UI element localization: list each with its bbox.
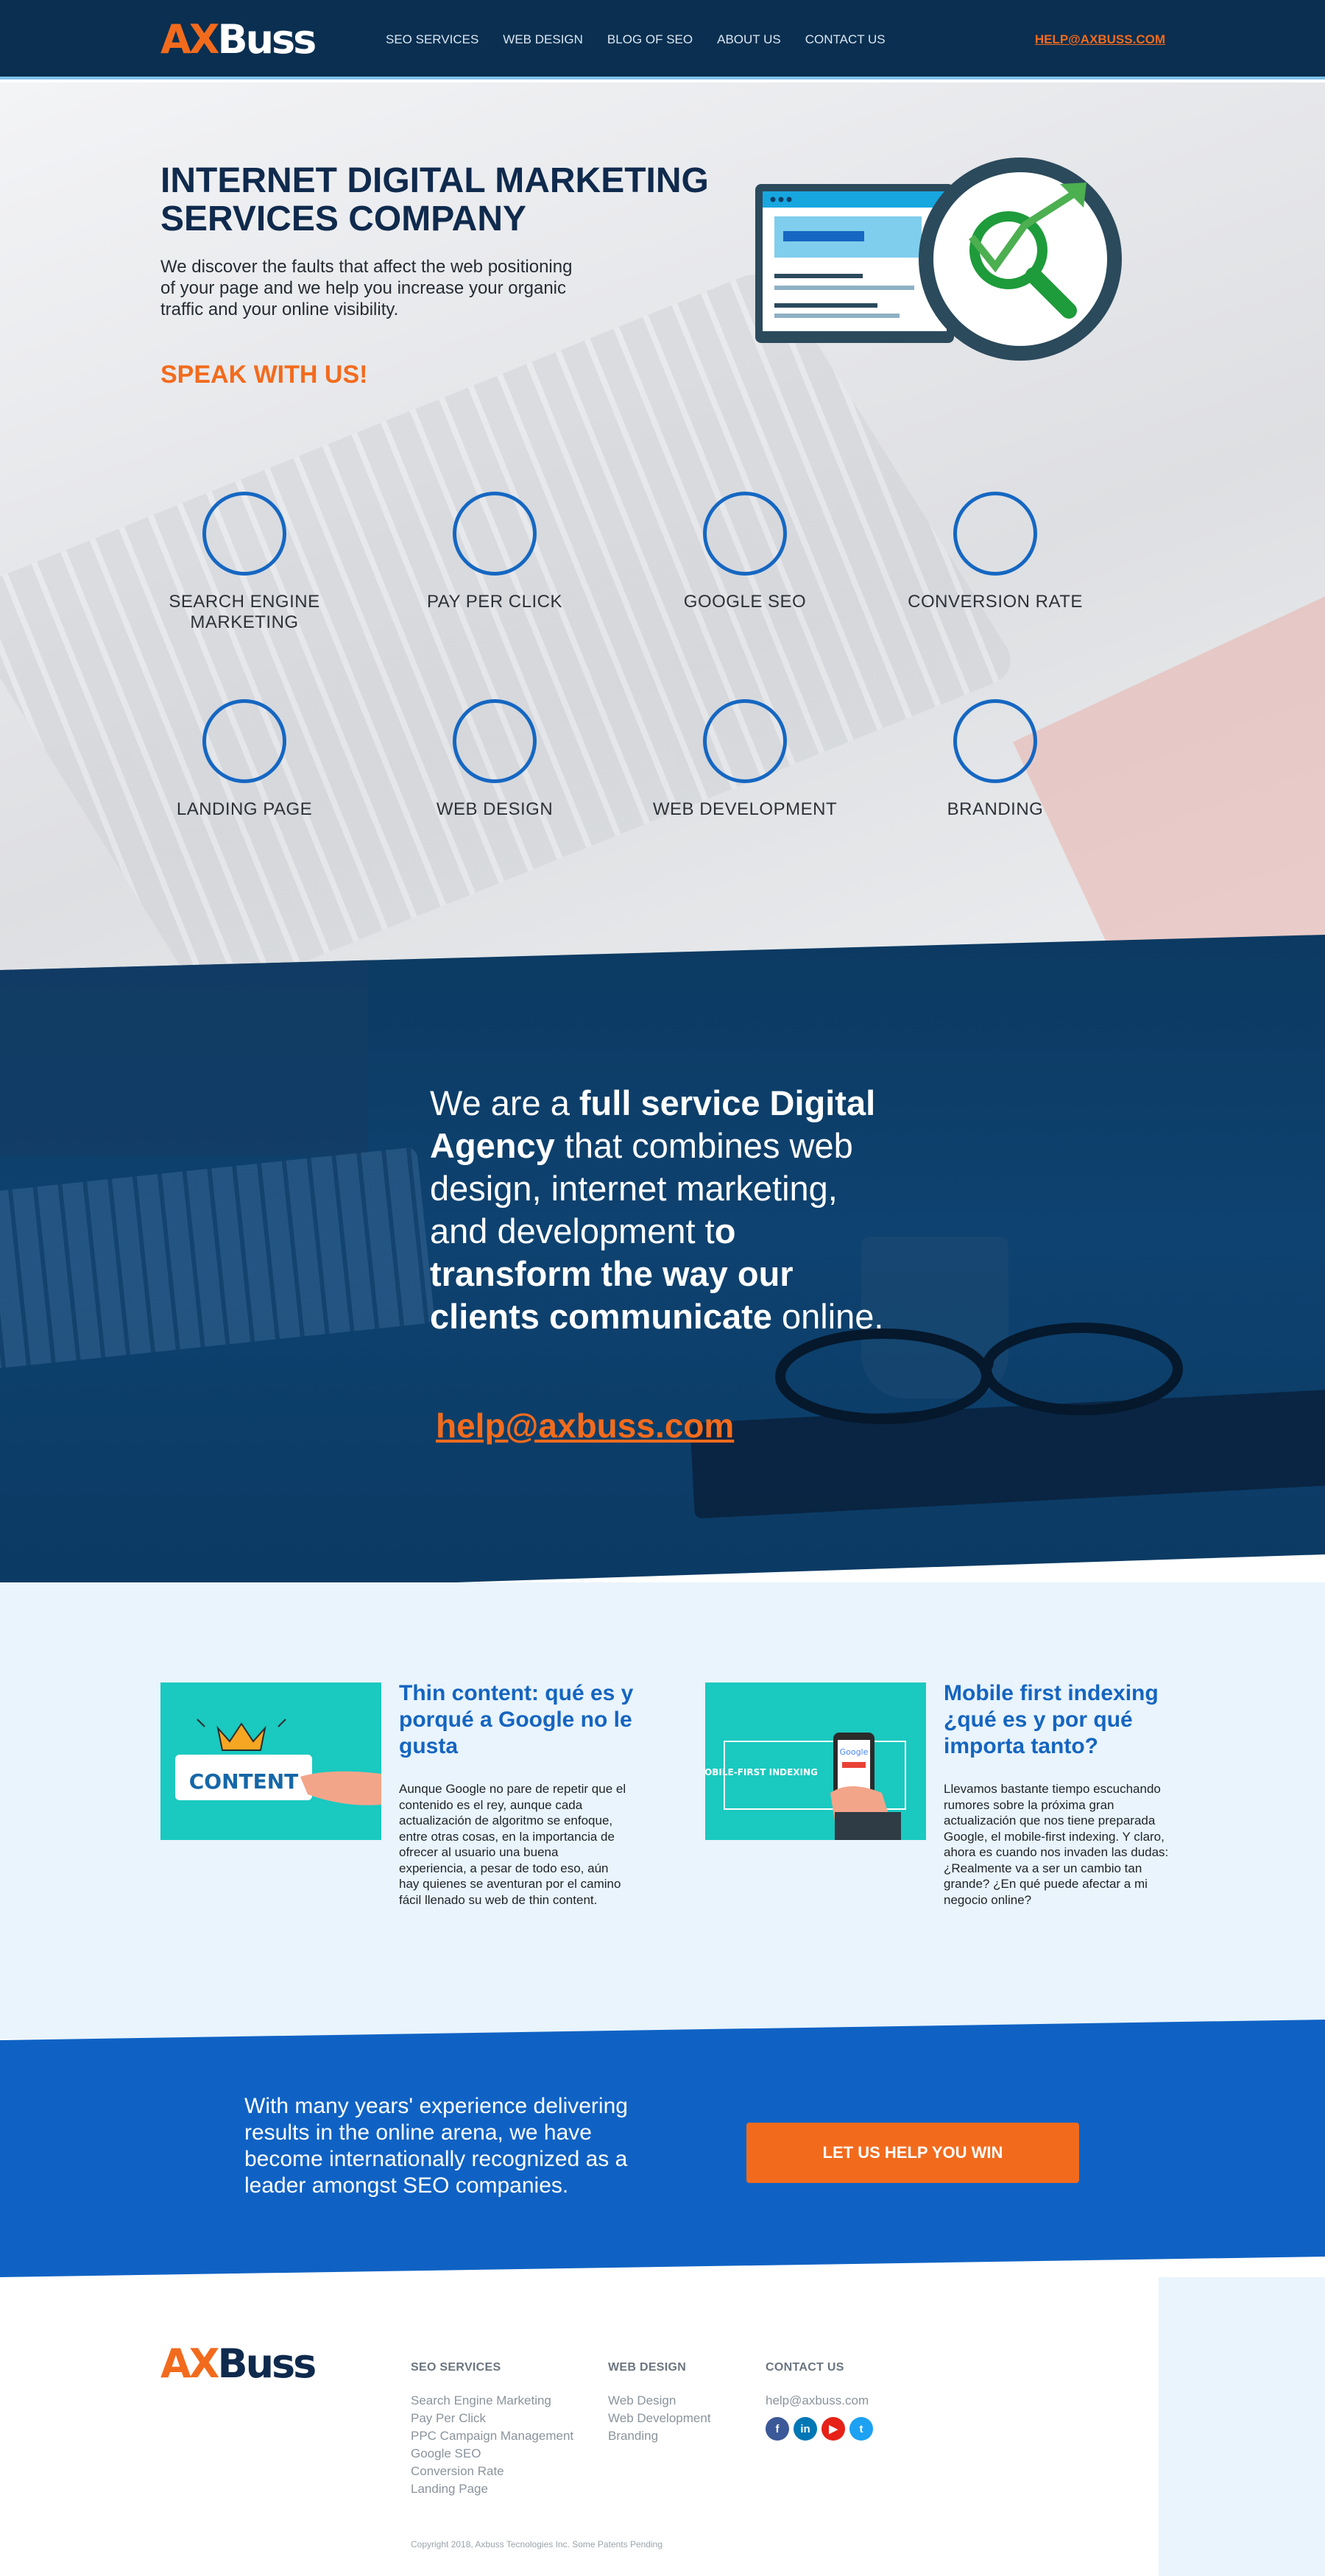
footer-link-google-seo[interactable]: Google SEO bbox=[411, 2445, 573, 2463]
service-conversion-rate[interactable]: CONVERSION RATE bbox=[870, 492, 1120, 612]
service-web-development[interactable]: WEB DEVELOPMENT bbox=[620, 699, 870, 820]
nav-contact-us[interactable]: CONTACT US bbox=[805, 32, 886, 47]
footer-link-pay-per-click[interactable]: Pay Per Click bbox=[411, 2410, 573, 2427]
footer-logo[interactable]: AXBuss bbox=[160, 2340, 317, 2387]
footer-column-heading: CONTACT US bbox=[766, 2361, 844, 2374]
service-label: PAY PER CLICK bbox=[427, 592, 562, 612]
background-monitor bbox=[0, 949, 368, 1156]
service-web-design[interactable]: WEB DESIGN bbox=[370, 699, 620, 820]
hero-description: We discover the faults that affect the w… bbox=[160, 257, 573, 319]
service-icon-circle bbox=[453, 492, 537, 576]
hero-section: INTERNET DIGITAL MARKETING SERVICES COMP… bbox=[0, 82, 1325, 988]
agency-statement: We are a full service Digital Agency tha… bbox=[430, 1082, 901, 1338]
logo-buss-text: Buss bbox=[217, 16, 317, 63]
nav-blog-of-seo[interactable]: BLOG OF SEO bbox=[607, 32, 693, 47]
footer-column-heading: WEB DESIGN bbox=[608, 2361, 687, 2374]
footer-link-conversion-rate[interactable]: Conversion Rate bbox=[411, 2463, 573, 2480]
footer-link-search-engine-marketing[interactable]: Search Engine Marketing bbox=[411, 2392, 573, 2410]
blog-section: CONTENT Thin content: qué es y porqué a … bbox=[0, 1582, 1325, 2039]
service-branding[interactable]: BRANDING bbox=[870, 699, 1120, 820]
post-title[interactable]: Mobile first indexing ¿qué es y por qué … bbox=[944, 1680, 1187, 1760]
footer-link-web-design[interactable]: Web Design bbox=[608, 2392, 711, 2410]
content-crown-illustration: CONTENT bbox=[175, 1719, 381, 1805]
logo-buss-text: Buss bbox=[217, 2340, 317, 2387]
footer-column-web-design: WEB DESIGN Web Design Web Development Br… bbox=[608, 2361, 711, 2445]
agency-email-link[interactable]: help@axbuss.com bbox=[436, 1406, 734, 1446]
footer-link-ppc-campaign-management[interactable]: PPC Campaign Management bbox=[411, 2427, 573, 2445]
footer-contact-email-link[interactable]: help@axbuss.com bbox=[766, 2392, 873, 2410]
cta-section: With many years' experience delivering r… bbox=[0, 2020, 1325, 2277]
agency-text-part1: We are a bbox=[430, 1083, 579, 1122]
agency-text-part5: online. bbox=[771, 1297, 884, 1336]
nav-about-us[interactable]: ABOUT US bbox=[717, 32, 781, 47]
post-thumbnail[interactable]: CONTENT bbox=[160, 1682, 381, 1840]
site-logo[interactable]: AXBuss bbox=[160, 16, 317, 63]
speak-with-us-link[interactable]: SPEAK WITH US! bbox=[160, 361, 367, 389]
seo-analytics-illustration bbox=[755, 158, 1122, 361]
post-excerpt: Llevamos bastante tiempo escuchando rumo… bbox=[944, 1782, 1169, 1907]
footer-link-branding[interactable]: Branding bbox=[608, 2427, 711, 2445]
hero-title-line2: SERVICES COMPANY bbox=[160, 199, 526, 238]
post-excerpt: Aunque Google no pare de repetir que el … bbox=[399, 1782, 626, 1907]
service-label: SEARCH ENGINE MARKETING bbox=[169, 592, 320, 632]
service-label: GOOGLE SEO bbox=[683, 592, 807, 612]
facebook-icon[interactable]: f bbox=[766, 2417, 789, 2441]
service-label: WEB DESIGN bbox=[436, 799, 554, 819]
service-pay-per-click[interactable]: PAY PER CLICK bbox=[370, 492, 620, 612]
thumb-mobile-first-label: MOBILE-FIRST INDEXING bbox=[705, 1767, 818, 1777]
service-label: BRANDING bbox=[947, 799, 1044, 819]
cta-statement: With many years' experience delivering r… bbox=[244, 2094, 628, 2198]
site-footer: AXBuss SEO SERVICES Search Engine Market… bbox=[0, 2277, 1325, 2576]
logo-ax-text: AX bbox=[160, 2340, 219, 2387]
logo-ax-text: AX bbox=[160, 16, 219, 63]
footer-column-seo-services: SEO SERVICES Search Engine Marketing Pay… bbox=[411, 2361, 573, 2498]
post-thumbnail[interactable]: Google MOBILE-FIRST INDEXING bbox=[705, 1682, 926, 1840]
footer-column-contact-us: CONTACT US help@axbuss.com f in ▶ t bbox=[766, 2361, 873, 2441]
thumb-google-label: Google bbox=[840, 1747, 869, 1757]
service-icon-circle bbox=[953, 492, 1037, 576]
copyright-text: Copyright 2018, Axbuss Tecnologies Inc. … bbox=[411, 2539, 662, 2550]
service-landing-page[interactable]: LANDING PAGE bbox=[119, 699, 370, 820]
youtube-icon[interactable]: ▶ bbox=[822, 2417, 845, 2441]
hero-title-line1: INTERNET DIGITAL MARKETING bbox=[160, 161, 709, 200]
footer-column-heading: SEO SERVICES bbox=[411, 2361, 501, 2374]
footer-link-web-development[interactable]: Web Development bbox=[608, 2410, 711, 2427]
service-icon-circle bbox=[703, 492, 787, 576]
service-icon-circle bbox=[953, 699, 1037, 783]
service-search-engine-marketing[interactable]: SEARCH ENGINE MARKETING bbox=[119, 492, 370, 633]
post-title[interactable]: Thin content: qué es y porqué a Google n… bbox=[399, 1680, 642, 1760]
service-icon-circle bbox=[453, 699, 537, 783]
header-email-link[interactable]: HELP@AXBUSS.COM bbox=[1035, 32, 1165, 47]
nav-seo-services[interactable]: SEO SERVICES bbox=[386, 32, 478, 47]
background-keyboard bbox=[0, 1147, 435, 1370]
service-icon-circle bbox=[202, 699, 286, 783]
mobile-first-illustration: Google MOBILE-FIRST INDEXING bbox=[705, 1733, 906, 1840]
social-links: f in ▶ t bbox=[766, 2417, 873, 2441]
let-us-help-you-win-button[interactable]: LET US HELP YOU WIN bbox=[746, 2123, 1079, 2183]
main-nav: SEO SERVICES WEB DESIGN BLOG OF SEO ABOU… bbox=[386, 32, 910, 47]
site-header: AXBuss SEO SERVICES WEB DESIGN BLOG OF S… bbox=[0, 0, 1325, 79]
linkedin-icon[interactable]: in bbox=[794, 2417, 817, 2441]
service-label: WEB DEVELOPMENT bbox=[652, 799, 838, 819]
footer-side-strip bbox=[1159, 2277, 1325, 2576]
service-label: LANDING PAGE bbox=[176, 799, 313, 819]
thumb-content-label: CONTENT bbox=[189, 1769, 299, 1794]
agency-section: We are a full service Digital Agency tha… bbox=[0, 935, 1325, 1597]
twitter-icon[interactable]: t bbox=[849, 2417, 873, 2441]
service-label: CONVERSION RATE bbox=[908, 592, 1083, 612]
service-icon-circle bbox=[703, 699, 787, 783]
service-icon-circle bbox=[202, 492, 286, 576]
hero-title: INTERNET DIGITAL MARKETING SERVICES COMP… bbox=[160, 162, 720, 238]
footer-link-landing-page[interactable]: Landing Page bbox=[411, 2480, 573, 2498]
service-google-seo[interactable]: GOOGLE SEO bbox=[620, 492, 870, 612]
nav-web-design[interactable]: WEB DESIGN bbox=[503, 32, 583, 47]
